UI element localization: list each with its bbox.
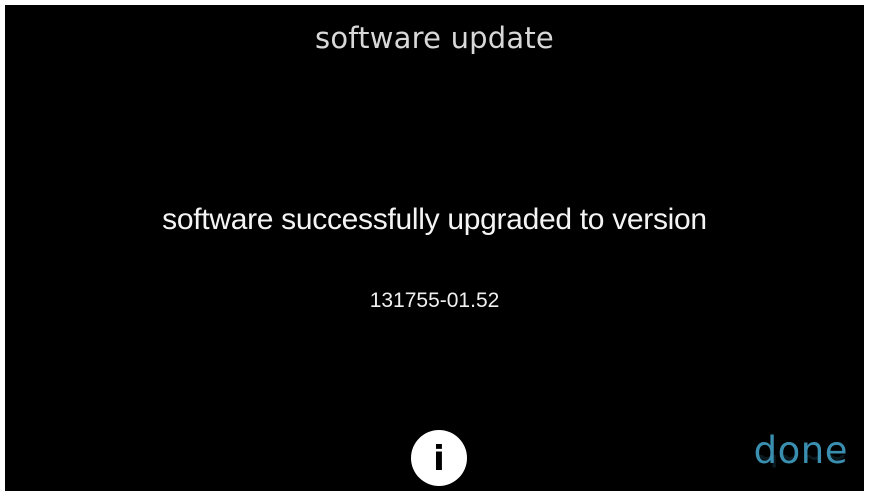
info-button[interactable]: i xyxy=(411,430,467,486)
done-button[interactable]: done xyxy=(754,429,848,472)
software-version: 131755-01.52 xyxy=(369,289,500,312)
thermostat-screen: software update software successfully up… xyxy=(5,5,864,491)
page-title: software update xyxy=(315,21,554,55)
info-icon: i xyxy=(433,439,445,479)
upgrade-success-message: software successfully upgraded to versio… xyxy=(162,203,707,236)
